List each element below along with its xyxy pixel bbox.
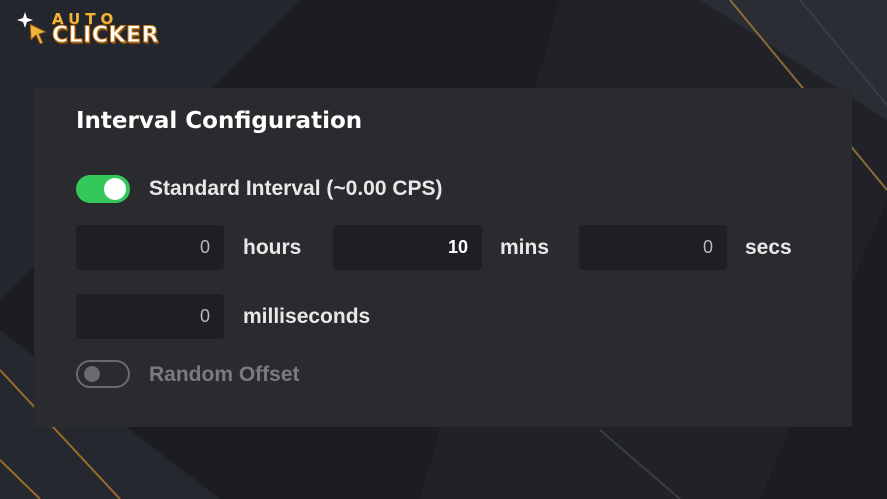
app-logo: AUTO CLICKER: [16, 6, 186, 50]
mins-label: mins: [500, 236, 550, 259]
toggle-knob: [84, 366, 100, 382]
mins-input[interactable]: 10: [333, 225, 482, 270]
secs-input[interactable]: 0: [579, 225, 727, 270]
interval-configuration-panel: Interval Configuration Standard Interval…: [34, 88, 852, 427]
standard-interval-label: Standard Interval (~0.00 CPS): [149, 177, 443, 200]
random-offset-toggle[interactable]: [76, 360, 130, 388]
logo-text-bottom: CLICKER: [51, 23, 160, 49]
sparkle-cursor-icon: [17, 12, 48, 45]
secs-label: secs: [745, 236, 792, 259]
milliseconds-input[interactable]: 0: [76, 294, 224, 339]
hours-label: hours: [243, 236, 302, 259]
random-offset-label: Random Offset: [149, 363, 300, 386]
toggle-knob: [104, 178, 126, 200]
hours-input[interactable]: 0: [76, 225, 224, 270]
milliseconds-label: milliseconds: [243, 305, 371, 328]
panel-title: Interval Configuration: [76, 108, 363, 134]
standard-interval-toggle[interactable]: [76, 175, 130, 203]
